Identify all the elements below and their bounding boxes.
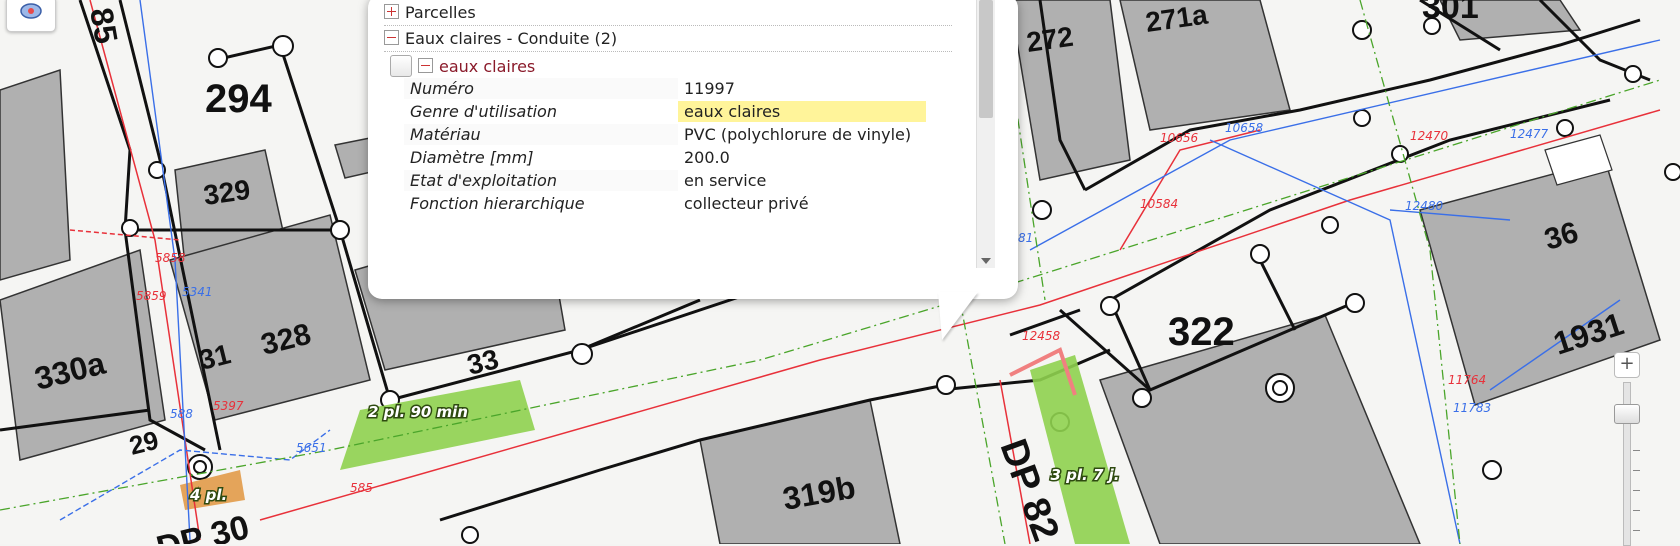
pipe-id-label: 588 [170, 407, 193, 421]
parking-label: 3 pl. 7 j. [1051, 466, 1120, 484]
popup-scrollbar[interactable] [976, 0, 995, 268]
attribute-value: en service [684, 171, 767, 190]
zoom-tick [1633, 510, 1640, 511]
attribute-row: Fonction hierarchique collecteur privé [404, 193, 926, 214]
zoom-control: + [1614, 352, 1644, 546]
parcel-label: 301 [1422, 0, 1479, 26]
scroll-down-icon[interactable] [981, 258, 991, 264]
attribute-row: Genre d'utilisation eaux claires [404, 101, 926, 122]
popup-pointer [938, 292, 978, 340]
attribute-key: Genre d'utilisation [404, 101, 678, 122]
pipe-id-label: 12480 [1405, 199, 1444, 213]
layer-row-eaux-claires[interactable]: Eaux claires - Conduite (2) [384, 26, 952, 52]
pipe-id-label: 11764 [1448, 373, 1486, 387]
attribute-value: PVC (polychlorure de vinyle) [684, 125, 912, 144]
pipe-id-label: 11783 [1453, 401, 1491, 415]
pipe-id-label: 10584 [1140, 197, 1178, 211]
pipe-id-label: 5651 [296, 441, 327, 455]
attribute-key: Fonction hierarchique [404, 193, 678, 214]
attribute-key: Diamètre [mm] [404, 147, 678, 168]
layers-icon [20, 3, 42, 19]
scrollbar-thumb[interactable] [979, 0, 993, 118]
parcel-label: 322 [1168, 310, 1235, 354]
collapse-icon[interactable] [384, 30, 399, 45]
collapse-icon[interactable] [418, 58, 433, 73]
attribute-table: Numéro 11997 Genre d'utilisation eaux clai… [404, 76, 926, 216]
attribute-value: collecteur privé [684, 194, 809, 213]
pipe-id-label: 81 [1018, 231, 1033, 245]
attribute-key: Matériau [404, 124, 678, 145]
pipe-id-label: 5859 [136, 289, 167, 303]
parcel-label: 85 [83, 5, 125, 46]
parking-label: 4 pl. [189, 486, 227, 504]
zoom-slider-handle[interactable] [1614, 404, 1640, 424]
attribute-key: Etat d'exploitation [404, 170, 678, 191]
parcel-label: 272 [1025, 21, 1076, 58]
pipe-id-label: 12458 [1022, 329, 1061, 343]
feature-label: eaux claires [439, 57, 536, 76]
attribute-value: 11997 [684, 79, 735, 98]
pipe-id-label: 5341 [182, 285, 213, 299]
expand-icon[interactable] [384, 4, 399, 19]
pipe-id-label: 5858 [155, 251, 186, 265]
feature-checkbox[interactable] [390, 55, 412, 77]
parcel-label: 294 [205, 77, 272, 121]
attribute-row: Diamètre [mm] 200.0 [404, 147, 926, 168]
pipe-id-label: 10656 [1160, 131, 1199, 145]
attribute-value: 200.0 [684, 148, 730, 167]
parcel-label: 329 [202, 174, 253, 211]
pipe-id-label: 5397 [213, 399, 244, 413]
attribute-row: Numéro 11997 [404, 78, 926, 99]
zoom-in-button[interactable]: + [1614, 352, 1640, 378]
zoom-tick [1633, 470, 1640, 471]
attribute-row: Matériau PVC (polychlorure de vinyle) [404, 124, 926, 145]
parking-label: 2 pl. 90 min [368, 403, 468, 421]
layer-tool-button[interactable] [6, 0, 56, 32]
pipe-id-label: 12477 [1510, 127, 1549, 141]
attribute-row: Etat d'exploitation en service [404, 170, 926, 191]
attribute-key: Numéro [404, 78, 678, 99]
layer-label: Parcelles [405, 3, 476, 22]
pipe-id-label: 10658 [1225, 121, 1264, 135]
layer-row-parcelles[interactable]: Parcelles [384, 0, 952, 26]
feature-info-popup: Parcelles Eaux claires - Conduite (2) ea… [368, 0, 1018, 340]
building [0, 68, 71, 281]
zoom-tick [1633, 490, 1640, 491]
pipe-id-label: 12470 [1410, 129, 1449, 143]
zoom-tick [1633, 450, 1640, 451]
zoom-tick [1633, 530, 1640, 531]
layer-label: Eaux claires - Conduite (2) [405, 29, 618, 48]
pipe-id-label: 585 [350, 481, 373, 495]
attribute-value: eaux claires [678, 101, 926, 122]
